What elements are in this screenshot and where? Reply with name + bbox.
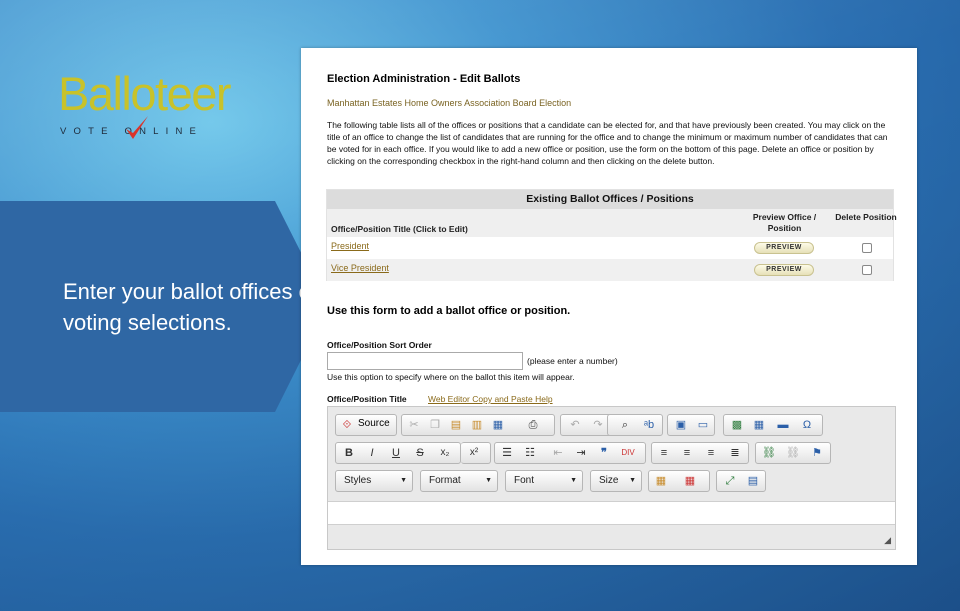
tools-toolbar: ⤢ ▤ xyxy=(716,470,766,492)
link-toolbar: ⛓ ⛓ ⚑ xyxy=(755,442,831,464)
cut-icon[interactable]: ✂ xyxy=(405,417,423,433)
preview-button[interactable]: PREVIEW xyxy=(754,242,814,254)
paste-word-icon[interactable]: ▦ xyxy=(489,417,507,433)
sort-order-input[interactable] xyxy=(327,352,523,370)
balloteer-logo: Balloteer VOTE ONLINE xyxy=(58,67,232,139)
rich-text-editor: ⟐ Source ✂ ❐ ▤ ▥ ▦ ⎙ ↶ ↷ ⌕ ᵃb ▣ ▭ ▩ ▦ ▬ … xyxy=(327,406,896,550)
format-dropdown[interactable]: Format ▼ xyxy=(420,470,498,492)
unlink-icon[interactable]: ⛓ xyxy=(784,445,802,461)
redo-icon[interactable]: ↷ xyxy=(589,417,607,433)
resize-handle-icon[interactable]: ◢ xyxy=(884,535,891,546)
outdent-icon[interactable]: ⇤ xyxy=(549,445,567,461)
text-color-icon[interactable]: ▦ xyxy=(652,473,670,489)
bold-button[interactable]: B xyxy=(340,445,358,461)
font-dropdown[interactable]: Font ▼ xyxy=(505,470,583,492)
source-icon: ⟐ xyxy=(342,419,352,431)
maximize-icon[interactable]: ⤢ xyxy=(721,473,739,489)
table-icon[interactable]: ▦ xyxy=(750,417,768,433)
callout-text: Enter your ballot offices or voting sele… xyxy=(63,279,319,335)
help-link[interactable]: Web Editor Copy and Paste Help xyxy=(428,394,553,404)
blockquote-icon[interactable]: ❞ xyxy=(595,445,613,461)
title-label: Office/Position Title xyxy=(327,394,407,404)
undo-icon[interactable]: ↶ xyxy=(566,417,584,433)
chevron-down-icon: ▼ xyxy=(485,477,492,484)
subscript-icon[interactable]: x₂ xyxy=(436,445,454,461)
sort-order-note: Use this option to specify where on the … xyxy=(327,372,575,382)
delete-checkbox[interactable] xyxy=(862,265,872,275)
chevron-down-icon: ▼ xyxy=(400,477,407,484)
link-icon[interactable]: ⛓ xyxy=(760,445,778,461)
print-icon[interactable]: ⎙ xyxy=(524,417,542,433)
paste-icon[interactable]: ▤ xyxy=(447,417,465,433)
table-row: President PREVIEW xyxy=(327,237,893,259)
col-title: Office/Position Title (Click to Edit) xyxy=(331,224,468,234)
size-dropdown[interactable]: Size ▼ xyxy=(590,470,642,492)
col-delete: Delete Position xyxy=(835,212,897,222)
table-heading: Existing Ballot Offices / Positions xyxy=(327,190,893,209)
indent-icon[interactable]: ⇥ xyxy=(572,445,590,461)
show-blocks-icon[interactable]: ▤ xyxy=(744,473,762,489)
election-name: Manhattan Estates Home Owners Associatio… xyxy=(327,98,572,108)
screenshot-panel: Election Administration - Edit Ballots M… xyxy=(301,48,917,565)
ordered-list-icon[interactable]: ☰ xyxy=(498,445,516,461)
font-label: Font xyxy=(514,475,535,486)
preview-button[interactable]: PREVIEW xyxy=(754,264,814,276)
italic-button[interactable]: I xyxy=(363,445,381,461)
select-toolbar: ▣ ▭ xyxy=(667,414,715,436)
insert-toolbar: ▩ ▦ ▬ Ω xyxy=(723,414,823,436)
align-toolbar: ≡ ≡ ≡ ≣ xyxy=(651,442,749,464)
sort-order-hint: (please enter a number) xyxy=(527,356,618,366)
paragraph-toolbar: ☰ ☷ ⇤ ⇥ ❞ DIV xyxy=(494,442,646,464)
styles-label: Styles xyxy=(344,475,372,486)
superscript-icon[interactable]: x² xyxy=(465,445,483,461)
select-all-icon[interactable]: ▣ xyxy=(672,417,690,433)
find-icon[interactable]: ⌕ xyxy=(616,417,634,433)
hr-icon[interactable]: ▬ xyxy=(774,417,792,433)
color-toolbar: ▦ ▦ xyxy=(648,470,710,492)
editor-content-area[interactable] xyxy=(328,501,895,525)
col-preview: Preview Office / Position xyxy=(752,212,817,233)
bg-color-icon[interactable]: ▦ xyxy=(681,473,699,489)
office-link-president[interactable]: President xyxy=(331,241,369,251)
styles-dropdown[interactable]: Styles ▼ xyxy=(335,470,413,492)
paste-text-icon[interactable]: ▥ xyxy=(468,417,486,433)
underline-button[interactable]: U xyxy=(387,445,405,461)
strike-button[interactable]: S xyxy=(411,445,429,461)
table-header-row: Office/Position Title (Click to Edit) Pr… xyxy=(327,209,897,237)
unordered-list-icon[interactable]: ☷ xyxy=(521,445,539,461)
clipboard-toolbar: ✂ ❐ ▤ ▥ ▦ ⎙ xyxy=(401,414,555,436)
justify-icon[interactable]: ≣ xyxy=(726,445,744,461)
sort-order-label: Office/Position Sort Order xyxy=(327,340,432,350)
find-toolbar: ⌕ ᵃb xyxy=(607,414,663,436)
chevron-down-icon: ▼ xyxy=(629,477,636,484)
chevron-down-icon: ▼ xyxy=(570,477,577,484)
office-link-vice-president[interactable]: Vice President xyxy=(331,263,389,273)
copy-icon[interactable]: ❐ xyxy=(426,417,444,433)
image-icon[interactable]: ▩ xyxy=(728,417,746,433)
superscript-group: x² xyxy=(461,442,491,464)
replace-icon[interactable]: ᵃb xyxy=(640,417,658,433)
offices-table: Existing Ballot Offices / Positions Offi… xyxy=(326,189,897,281)
source-button[interactable]: ⟐ Source xyxy=(335,414,397,436)
table-row: Vice President PREVIEW xyxy=(327,259,893,281)
special-char-icon[interactable]: Ω xyxy=(798,417,816,433)
align-center-icon[interactable]: ≡ xyxy=(678,445,696,461)
format-label: Format xyxy=(429,475,461,486)
form-icon[interactable]: ▭ xyxy=(694,417,712,433)
anchor-icon[interactable]: ⚑ xyxy=(808,445,826,461)
logo-wordmark: Balloteer xyxy=(58,67,232,120)
page-title: Election Administration - Edit Ballots xyxy=(327,73,521,85)
source-label: Source xyxy=(358,418,390,429)
page-description: The following table lists all of the off… xyxy=(327,120,888,166)
checkmark-icon xyxy=(126,116,148,139)
align-left-icon[interactable]: ≡ xyxy=(655,445,673,461)
form-heading: Use this form to add a ballot office or … xyxy=(327,305,571,317)
delete-checkbox[interactable] xyxy=(862,243,872,253)
format-toolbar: B I U S x₂ xyxy=(335,442,461,464)
align-right-icon[interactable]: ≡ xyxy=(702,445,720,461)
size-label: Size xyxy=(599,475,619,486)
div-icon[interactable]: DIV xyxy=(619,445,637,461)
